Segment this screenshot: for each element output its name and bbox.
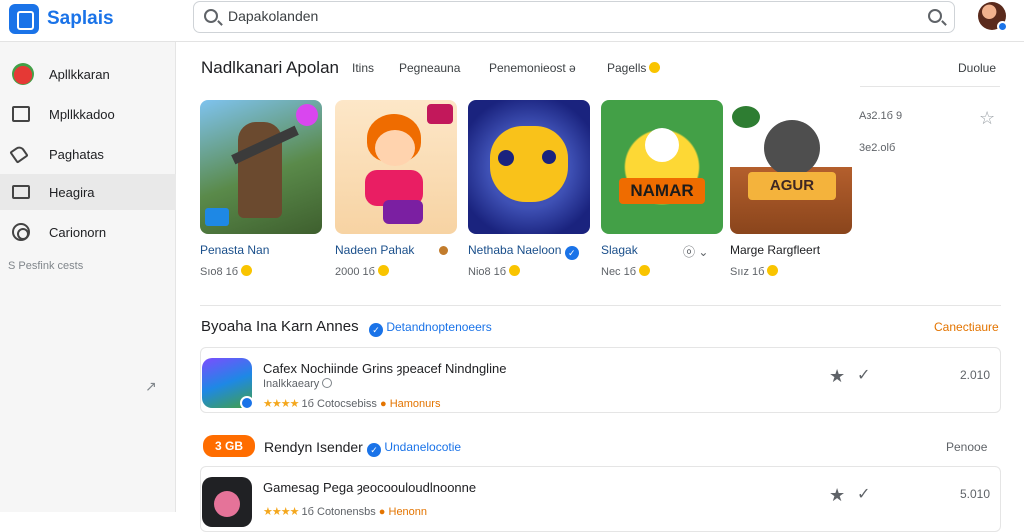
app-card-meta: Sıız 1б [730, 265, 779, 278]
see-all-promo[interactable]: Penooe [946, 440, 987, 454]
coin-icon: ● [378, 506, 386, 518]
tab-new[interactable]: Penemonieost ə [489, 61, 576, 75]
sidebar-item-tags[interactable]: Paghatas [0, 136, 176, 172]
smiley-icon [241, 265, 253, 276]
app-card-title: Marge Rargfleert [730, 243, 821, 257]
app-icon [202, 477, 252, 527]
featured-title: Nadlkanari Apolan [201, 58, 339, 77]
app-card[interactable]: Nadeen Pahak 2000 1б [335, 100, 457, 300]
app-card[interactable]: NAMAR Slagak ⓞ ⌄ Nec 1б [601, 100, 723, 300]
smiley-icon [639, 265, 651, 276]
divider [860, 86, 1000, 87]
star-icon[interactable]: ★ [829, 485, 845, 506]
list-item[interactable]: Gamesag Pega ȝeocoouloudlnoonne ★★★★ 1б … [200, 466, 1001, 532]
smiley-icon [377, 265, 389, 276]
promo-title: Rendyn Isender [264, 439, 363, 455]
app-thumbnail[interactable]: AGUR [730, 100, 852, 234]
ring-icon [12, 223, 30, 241]
document-icon [12, 106, 30, 122]
app-thumbnail[interactable] [468, 100, 590, 234]
list-item-price: 5.010 [959, 487, 990, 501]
app-card-meta: Nec 1б [601, 265, 651, 278]
rating-stars-icon: ★★★★ [263, 398, 299, 410]
info-icon [322, 378, 333, 388]
coin-icon: ● [379, 398, 387, 410]
sidebar-sub-label: S Pesfink cests [8, 260, 84, 272]
tab-pages[interactable]: Pagells [607, 61, 661, 75]
app-card[interactable]: AGUR Marge Rargfleert Sıız 1б [730, 100, 852, 300]
list-section-badge[interactable]: ✓ Detandnoptenoeers [369, 320, 492, 337]
list-item-rating: ★★★★ 1б Cotocsebiss ● Hamonurs [263, 398, 441, 410]
search-submit-icon[interactable] [928, 9, 942, 23]
status-dot-icon [439, 246, 448, 255]
list-item-title: Cafex Nochiinde Grins ȝpeacef Nindngline [263, 361, 507, 376]
sidebar-item-documents[interactable]: Mpllkkadoo [0, 96, 176, 132]
app-thumbnail[interactable] [335, 100, 457, 234]
verified-icon: ✓ [367, 443, 381, 457]
app-card-meta: Nio8 1б [468, 265, 521, 278]
app-card-title: Penasta Nan [200, 243, 270, 257]
tag-icon [9, 144, 29, 164]
verified-icon [240, 396, 254, 410]
bag-icon [12, 185, 30, 199]
search-input[interactable] [228, 8, 908, 24]
sidebar-item-bag[interactable]: Heagira [0, 174, 176, 210]
app-card-meta: Sıo8 1б [200, 265, 253, 278]
app-card-title: Nethaba Naeloon ✓ [468, 243, 579, 260]
search-bar[interactable] [193, 1, 955, 33]
promo-badge: 3 GB [203, 435, 255, 457]
verified-icon: ✓ [369, 323, 383, 337]
chevron-right-icon[interactable]: ↗ [145, 378, 157, 395]
smiley-icon [767, 265, 779, 276]
app-icon [202, 358, 254, 410]
list-item-subtitle: Inalkkaeary [263, 378, 333, 390]
app-thumbnail[interactable]: NAMAR [601, 100, 723, 234]
star-icon[interactable]: ★ [829, 366, 845, 387]
sidebar-item-label: Carionorn [49, 224, 107, 240]
list-item[interactable]: Cafex Nochiinde Grins ȝpeacef Nindngline… [200, 347, 1001, 413]
app-logo[interactable]: Saplais [9, 4, 114, 34]
see-all-list[interactable]: Canectiaure [934, 320, 999, 334]
app-card-title: Slagak [601, 243, 638, 257]
account-badge-icon [997, 21, 1008, 32]
promo-link[interactable]: ✓ Undanelocotie [367, 440, 461, 457]
check-icon[interactable]: ✓ [857, 365, 870, 385]
app-logo-icon [9, 4, 39, 34]
app-name: Saplais [47, 8, 114, 29]
apple-icon [12, 63, 34, 85]
smiley-icon [509, 265, 521, 276]
check-icon[interactable]: ✓ [857, 484, 870, 504]
sidebar-item-label: Apllkkaran [49, 66, 110, 82]
app-card-meta: 2000 1б [335, 265, 389, 278]
sidebar-item-label: Heagira [49, 184, 95, 200]
top-bar: Saplais [0, 0, 1024, 42]
divider [200, 305, 1001, 306]
list-section-title: Byoaha Ina Karn Annes [201, 318, 359, 335]
avatar[interactable] [978, 2, 1008, 32]
info-icon[interactable]: ⓞ ⌄ [683, 243, 708, 260]
tab-popular[interactable]: Pegneauna [399, 61, 460, 75]
list-item-price: 2.010 [959, 368, 990, 382]
sidebar-item-label: Mpllkkadoo [49, 106, 115, 122]
verified-icon: ✓ [564, 246, 579, 260]
sidebar-item-apps[interactable]: Apllkkaran [0, 56, 176, 92]
stat-value: Aз2.1б 9 [859, 110, 903, 122]
see-all-featured[interactable]: Duolue [958, 61, 996, 75]
stat-value: 3e2.olб [859, 142, 896, 154]
sidebar: Apllkkaran Mpllkkadoo Paghatas Heagira C… [0, 42, 176, 512]
app-card[interactable]: Penasta Nan Sıo8 1б [200, 100, 322, 300]
app-card-title: Nadeen Pahak [335, 243, 415, 257]
app-card[interactable]: Nethaba Naeloon ✓ Nio8 1б [468, 100, 590, 300]
list-item-title: Gamesag Pega ȝeocoouloudlnoonne [263, 480, 477, 495]
star-outline-icon[interactable]: ☆ [979, 108, 995, 129]
rating-stars-icon: ★★★★ [263, 506, 299, 518]
sidebar-item-label: Paghatas [49, 146, 104, 162]
sidebar-item-ring[interactable]: Carionorn [0, 214, 176, 250]
tab-items[interactable]: Itins [352, 61, 374, 75]
app-thumbnail[interactable] [200, 100, 322, 234]
search-icon [204, 9, 218, 23]
smiley-icon [649, 62, 661, 73]
